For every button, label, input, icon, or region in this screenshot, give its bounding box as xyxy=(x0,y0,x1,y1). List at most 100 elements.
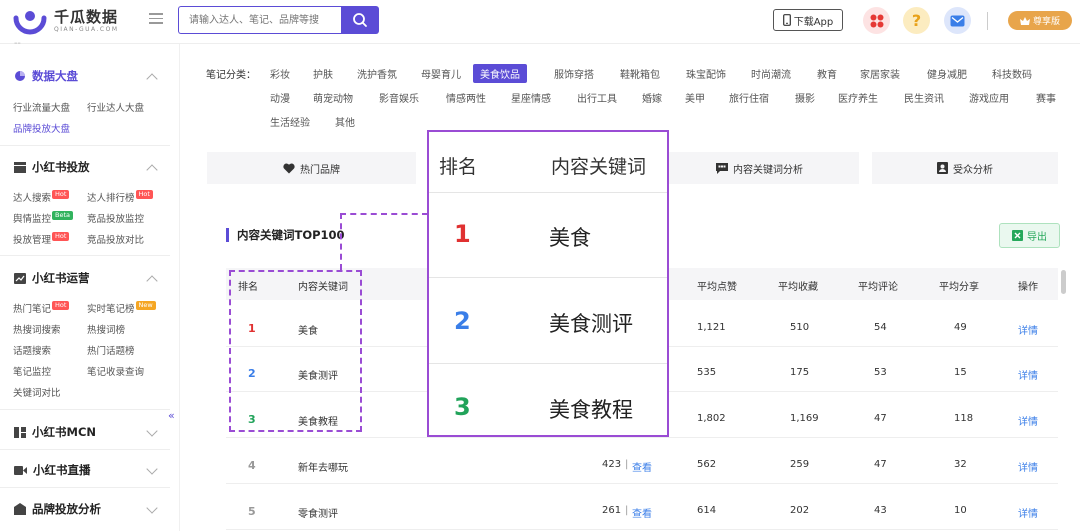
header-avg-shares[interactable]: 平均分享 xyxy=(939,278,979,293)
sidebar-section-data-dashboard[interactable]: 数据大盘 xyxy=(14,68,78,84)
zoom-header-keyword: 内容关键词 xyxy=(551,156,647,178)
sidebar-item-topic-search[interactable]: 话题搜索 xyxy=(13,343,51,357)
category-chip[interactable]: 母婴育儿 xyxy=(421,66,461,81)
hot-badge: Hot xyxy=(52,232,70,241)
search-button[interactable] xyxy=(341,6,379,34)
category-chip[interactable]: 洗护香氛 xyxy=(357,66,397,81)
chevron-down-icon[interactable] xyxy=(146,502,158,514)
export-button[interactable]: 导出 xyxy=(999,223,1060,248)
menu-toggle-icon[interactable] xyxy=(149,13,163,27)
sidebar-section-xhs-mcn[interactable]: 小红书MCN xyxy=(14,424,96,440)
sidebar-section-xhs-operation[interactable]: 小红书运营 xyxy=(14,270,90,286)
download-app-button[interactable]: 下载App xyxy=(773,9,843,31)
sidebar-item-note-index[interactable]: 笔记收录查询 xyxy=(87,364,144,378)
sidebar-item-competitor-compare[interactable]: 竞品投放对比 xyxy=(87,232,144,246)
chevron-down-icon[interactable] xyxy=(146,463,158,475)
sidebar-item-keyword-compare[interactable]: 关键词对比 xyxy=(13,385,61,399)
sidebar-item-industry-kol[interactable]: 行业达人大盘 xyxy=(87,100,144,114)
category-chip[interactable]: 婚嫁 xyxy=(642,90,662,105)
category-chip[interactable]: 鞋靴箱包 xyxy=(620,66,660,81)
cell-avg-comments: 43 xyxy=(874,505,887,516)
category-chip[interactable]: 健身减肥 xyxy=(927,66,967,81)
chevron-up-icon[interactable] xyxy=(146,164,158,176)
category-chip[interactable]: 旅行住宿 xyxy=(729,90,769,105)
category-chip[interactable]: 影音娱乐 xyxy=(379,90,419,105)
sidebar-item-hot-search[interactable]: 热搜词搜索 xyxy=(13,322,61,336)
category-chip[interactable]: 教育 xyxy=(817,66,837,81)
sidebar-item-competitor-monitor[interactable]: 竞品投放监控 xyxy=(87,211,144,225)
sidebar-item-industry-traffic[interactable]: 行业流量大盘 xyxy=(13,100,70,114)
vip-button[interactable]: 尊享版 xyxy=(1008,11,1072,30)
tab-hot-brands[interactable]: 热门品牌 xyxy=(207,152,416,184)
tab-keyword-analysis[interactable]: 内容关键词分析 xyxy=(660,152,859,184)
category-chip[interactable]: 彩妆 xyxy=(270,66,290,81)
cell-avg-comments: 54 xyxy=(874,322,887,333)
help-button[interactable]: ? xyxy=(903,7,930,34)
search-input[interactable] xyxy=(179,7,342,33)
detail-link[interactable]: 详情 xyxy=(1018,459,1038,474)
sidebar-item-hot-search-ranking[interactable]: 热搜词榜 xyxy=(87,322,125,336)
category-chip[interactable]: 珠宝配饰 xyxy=(686,66,726,81)
search-icon xyxy=(353,13,367,27)
category-chip[interactable]: 赛事 xyxy=(1036,90,1056,105)
excel-icon xyxy=(1012,230,1023,241)
sidebar-item-kol-ranking[interactable]: 达人排行榜 Hot xyxy=(87,190,153,204)
chevron-down-icon[interactable] xyxy=(146,425,158,437)
sidebar-item-realtime-notes[interactable]: 实时笔记榜 New xyxy=(87,301,156,315)
header-avg-comments[interactable]: 平均评论 xyxy=(858,278,898,293)
sidebar-item-kol-search[interactable]: 达人搜索 Hot xyxy=(13,190,70,204)
category-chip[interactable]: 美甲 xyxy=(685,90,705,105)
view-notes-link[interactable]: 查看 xyxy=(632,459,652,474)
qiangua-logo-icon[interactable] xyxy=(12,6,48,36)
category-chip[interactable]: 民生资讯 xyxy=(904,90,944,105)
category-chip[interactable]: 情感两性 xyxy=(446,90,486,105)
header-action: 操作 xyxy=(1018,282,1038,293)
detail-link[interactable]: 详情 xyxy=(1018,413,1038,428)
category-chip[interactable]: 护肤 xyxy=(313,66,333,81)
sidebar-item-hot-topics[interactable]: 热门话题榜 xyxy=(87,343,135,357)
sidebar-item-note-monitor[interactable]: 笔记监控 xyxy=(13,364,51,378)
highlight-connector xyxy=(340,213,342,270)
category-chip[interactable]: 动漫 xyxy=(270,90,290,105)
chevron-up-icon[interactable] xyxy=(146,275,158,287)
sidebar-divider xyxy=(0,487,170,488)
sidebar-section-brand-analysis[interactable]: 品牌投放分析 xyxy=(14,501,101,517)
category-chip[interactable]: 家居家装 xyxy=(860,66,900,81)
chevron-up-icon[interactable] xyxy=(146,73,158,85)
heart-icon xyxy=(283,163,295,173)
sidebar-section-xhs-live[interactable]: 小红书直播 xyxy=(14,462,91,478)
category-chip[interactable]: 科技数码 xyxy=(992,66,1032,81)
detail-link[interactable]: 详情 xyxy=(1018,367,1038,382)
detail-link[interactable]: 详情 xyxy=(1018,505,1038,520)
sidebar-item-placement-mgmt[interactable]: 投放管理 Hot xyxy=(13,232,70,246)
comment-icon xyxy=(716,162,728,174)
category-chip[interactable]: 服饰穿搭 xyxy=(554,66,594,81)
sidebar-section-xhs-placement[interactable]: 小红书投放 xyxy=(14,159,90,175)
cell-avg-likes: 614 xyxy=(697,505,717,516)
message-button[interactable] xyxy=(944,7,971,34)
tab-audience-analysis[interactable]: 受众分析 xyxy=(872,152,1058,184)
sidebar-item-hot-notes[interactable]: 热门笔记 Hot xyxy=(13,301,70,315)
category-chip[interactable]: 萌宠动物 xyxy=(313,90,353,105)
category-chip[interactable]: 出行工具 xyxy=(577,90,617,105)
cell-avg-shares: 32 xyxy=(954,459,967,470)
category-chip[interactable]: 医疗养生 xyxy=(838,90,878,105)
category-chip[interactable]: 美食饮品 xyxy=(473,64,527,83)
collapse-sidebar-icon[interactable]: « xyxy=(168,409,175,422)
category-chip[interactable]: 时尚潮流 xyxy=(751,66,791,81)
detail-link[interactable]: 详情 xyxy=(1018,322,1038,337)
category-chip[interactable]: 游戏应用 xyxy=(969,90,1009,105)
sidebar-divider xyxy=(0,449,170,450)
sidebar-item-brand-placement[interactable]: 品牌投放大盘 xyxy=(13,121,70,135)
mail-icon xyxy=(950,15,965,26)
table-scrollbar[interactable] xyxy=(1061,270,1066,294)
category-chip[interactable]: 摄影 xyxy=(795,90,815,105)
view-notes-link[interactable]: 查看 xyxy=(632,505,652,520)
category-chip[interactable]: 星座情感 xyxy=(511,90,551,105)
apps-button[interactable] xyxy=(863,7,890,34)
sidebar-item-sentiment[interactable]: 舆情监控 Beta xyxy=(13,211,74,225)
header-avg-favs[interactable]: 平均收藏 xyxy=(778,278,818,293)
category-chip[interactable]: 生活经验 xyxy=(270,114,310,129)
category-chip[interactable]: 其他 xyxy=(335,114,355,129)
header-avg-likes[interactable]: 平均点赞 xyxy=(697,278,737,293)
